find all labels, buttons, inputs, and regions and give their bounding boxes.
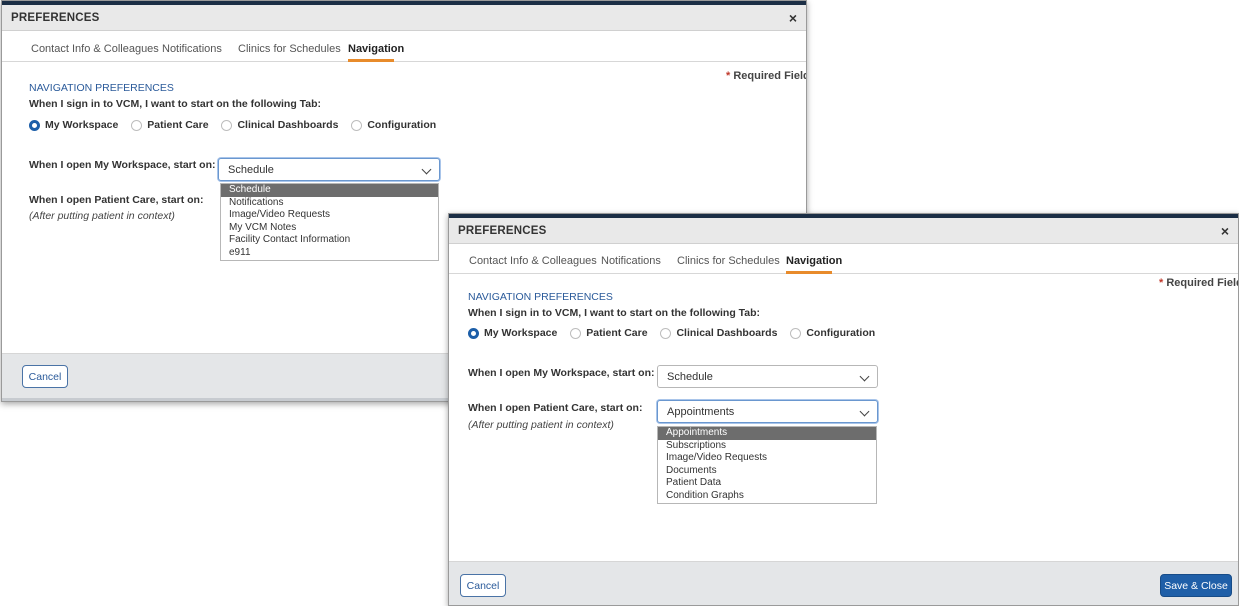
radio-configuration[interactable]: Configuration <box>790 327 875 339</box>
start-tab-radio-group: My Workspace Patient Care Clinical Dashb… <box>29 119 446 134</box>
tab-clinics-for-schedules[interactable]: Clinics for Schedules <box>677 255 780 267</box>
radio-empty-icon <box>790 327 802 339</box>
required-field-note: * Required Field <box>1159 277 1239 289</box>
tab-contact-info[interactable]: Contact Info & Colleagues <box>469 255 597 267</box>
tab-contact-info[interactable]: Contact Info & Colleagues <box>31 43 159 55</box>
option-notifications[interactable]: Notifications <box>221 197 438 210</box>
chevron-down-icon <box>859 371 870 382</box>
radio-selected-icon <box>468 327 479 339</box>
select-value: Schedule <box>667 371 713 383</box>
patient-care-start-select[interactable]: Appointments <box>657 400 878 423</box>
radio-my-workspace[interactable]: My Workspace <box>29 119 118 131</box>
workspace-start-label: When I open My Workspace, start on: <box>468 367 655 379</box>
radio-label: Clinical Dashboards <box>237 119 339 131</box>
section-title: NAVIGATION PREFERENCES <box>468 291 613 303</box>
radio-empty-icon <box>351 119 363 131</box>
dialog-footer: Cancel Save & Close <box>449 561 1238 605</box>
required-star: * <box>1159 277 1164 289</box>
radio-label: Clinical Dashboards <box>676 327 778 339</box>
start-tab-question: When I sign in to VCM, I want to start o… <box>29 98 322 110</box>
radio-label: Patient Care <box>586 327 648 339</box>
patient-care-start-options: Appointments Subscriptions Image/Video R… <box>657 426 877 504</box>
radio-label: Configuration <box>367 119 437 131</box>
option-appointments[interactable]: Appointments <box>658 427 876 440</box>
tab-navigation[interactable]: Navigation <box>786 255 842 267</box>
cancel-button[interactable]: Cancel <box>460 574 506 597</box>
option-my-vcm-notes[interactable]: My VCM Notes <box>221 222 438 235</box>
required-field-note: * Required Field <box>726 70 807 82</box>
workspace-start-select[interactable]: Schedule <box>657 365 878 388</box>
start-tab-radio-group: My Workspace Patient Care Clinical Dashb… <box>468 327 885 342</box>
dialog-titlebar: PREFERENCES × <box>2 5 806 31</box>
start-tab-question: When I sign in to VCM, I want to start o… <box>468 307 761 319</box>
radio-label: My Workspace <box>484 327 558 339</box>
radio-configuration[interactable]: Configuration <box>351 119 436 131</box>
option-schedule[interactable]: Schedule <box>221 184 438 197</box>
chevron-down-icon <box>859 406 870 417</box>
option-condition-graphs[interactable]: Condition Graphs <box>658 490 876 503</box>
required-text: Required Field <box>733 70 807 82</box>
active-tab-indicator <box>348 59 394 62</box>
tab-bar: Contact Info & Colleagues Notifications … <box>2 32 806 62</box>
workspace-start-options: Schedule Notifications Image/Video Reque… <box>220 183 439 261</box>
close-icon[interactable]: × <box>1221 223 1229 239</box>
radio-my-workspace[interactable]: My Workspace <box>468 327 557 339</box>
radio-label: My Workspace <box>45 119 119 131</box>
close-icon[interactable]: × <box>789 10 797 26</box>
patient-care-note: (After putting patient in context) <box>468 419 614 431</box>
required-star: * <box>726 70 731 82</box>
patient-care-start-label: When I open Patient Care, start on: <box>468 402 643 414</box>
chevron-down-icon <box>421 164 432 175</box>
radio-clinical-dashboards[interactable]: Clinical Dashboards <box>660 327 777 339</box>
tab-navigation[interactable]: Navigation <box>348 43 404 55</box>
tab-notifications[interactable]: Notifications <box>601 255 661 267</box>
radio-empty-icon <box>570 327 582 339</box>
patient-care-start-label: When I open Patient Care, start on: <box>29 194 204 206</box>
radio-empty-icon <box>221 119 233 131</box>
preferences-dialog-front: PREFERENCES × Contact Info & Colleagues … <box>448 213 1239 606</box>
option-patient-data[interactable]: Patient Data <box>658 477 876 490</box>
active-tab-indicator <box>786 271 832 274</box>
radio-label: Patient Care <box>147 119 209 131</box>
section-title: NAVIGATION PREFERENCES <box>29 82 174 94</box>
dialog-title: PREFERENCES <box>11 12 100 24</box>
option-documents[interactable]: Documents <box>658 465 876 478</box>
radio-patient-care[interactable]: Patient Care <box>570 327 648 339</box>
save-and-close-button[interactable]: Save & Close <box>1160 574 1232 597</box>
radio-empty-icon <box>660 327 672 339</box>
workspace-start-label: When I open My Workspace, start on: <box>29 159 216 171</box>
radio-selected-icon <box>29 119 40 131</box>
workspace-start-select[interactable]: Schedule <box>218 158 440 181</box>
tab-notifications[interactable]: Notifications <box>162 43 222 55</box>
dialog-title: PREFERENCES <box>458 225 547 237</box>
radio-patient-care[interactable]: Patient Care <box>131 119 209 131</box>
tab-clinics-for-schedules[interactable]: Clinics for Schedules <box>238 43 341 55</box>
dialog-titlebar: PREFERENCES × <box>449 218 1238 244</box>
option-image-video-requests[interactable]: Image/Video Requests <box>658 452 876 465</box>
radio-clinical-dashboards[interactable]: Clinical Dashboards <box>221 119 338 131</box>
option-facility-contact-information[interactable]: Facility Contact Information <box>221 234 438 247</box>
tab-bar: Contact Info & Colleagues Notifications … <box>449 244 1238 274</box>
radio-empty-icon <box>131 119 143 131</box>
option-subscriptions[interactable]: Subscriptions <box>658 440 876 453</box>
required-text: Required Field <box>1166 277 1239 289</box>
cancel-button[interactable]: Cancel <box>22 365 68 388</box>
select-value: Appointments <box>667 406 735 418</box>
radio-label: Configuration <box>806 327 876 339</box>
select-value: Schedule <box>228 164 274 176</box>
option-image-video-requests[interactable]: Image/Video Requests <box>221 209 438 222</box>
option-e911[interactable]: e911 <box>221 247 438 260</box>
patient-care-note: (After putting patient in context) <box>29 210 175 222</box>
